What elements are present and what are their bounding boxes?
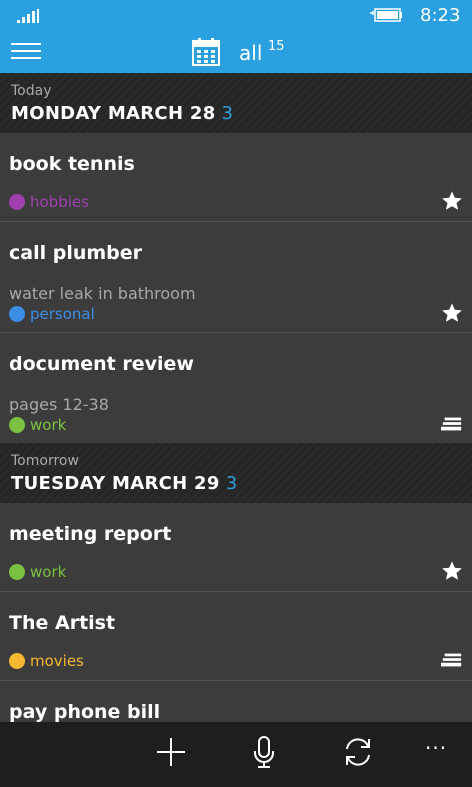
- tag-color-dot: [9, 653, 25, 669]
- task-item[interactable]: call plumber water leak in bathroom pers…: [0, 222, 472, 333]
- signal-strength-icon: [17, 9, 39, 23]
- day-relative-label: Tomorrow: [11, 453, 79, 469]
- hamburger-line: [11, 57, 41, 59]
- task-tag: movies: [9, 652, 84, 670]
- tag-label: personal: [30, 305, 95, 323]
- day-date-title: TUESDAY MARCH 29 3: [11, 473, 237, 494]
- status-bar: 8:23: [0, 0, 472, 32]
- task-tag: work: [9, 563, 66, 581]
- task-note: pages 12-38: [9, 395, 109, 414]
- star-icon[interactable]: [441, 190, 463, 212]
- task-title: document review: [9, 353, 194, 375]
- star-icon[interactable]: [441, 560, 463, 582]
- tag-label: hobbies: [30, 193, 89, 211]
- task-title: call plumber: [9, 242, 143, 264]
- stack-icon[interactable]: [441, 413, 463, 435]
- filter-count: 15: [268, 39, 285, 54]
- task-item[interactable]: meeting report work: [0, 503, 472, 592]
- task-item[interactable]: book tennis hobbies: [0, 133, 472, 222]
- tag-label: work: [30, 563, 67, 581]
- tag-color-dot: [9, 306, 25, 322]
- hamburger-line: [11, 50, 41, 52]
- day-task-count: 3: [221, 103, 234, 124]
- task-title: The Artist: [9, 612, 116, 634]
- filter-title[interactable]: all: [239, 41, 262, 65]
- bottom-app-bar: ···: [0, 722, 472, 787]
- tag-label: work: [30, 416, 67, 434]
- microphone-icon[interactable]: [247, 735, 281, 769]
- task-list[interactable]: Today MONDAY MARCH 28 3 book tennis hobbi…: [0, 73, 472, 722]
- task-tag: hobbies: [9, 193, 89, 211]
- task-item[interactable]: pay phone bill: [0, 681, 472, 722]
- day-date-title: MONDAY MARCH 28 3: [11, 103, 233, 124]
- task-title: pay phone bill: [9, 701, 161, 722]
- tag-color-dot: [9, 194, 25, 210]
- sync-icon[interactable]: [341, 735, 375, 769]
- task-item[interactable]: The Artist movies: [0, 592, 472, 681]
- task-tag: work: [9, 416, 66, 434]
- day-date-label: TUESDAY MARCH 29: [11, 473, 220, 494]
- task-title: book tennis: [9, 153, 135, 175]
- menu-button[interactable]: [11, 43, 41, 61]
- clock: 8:23: [420, 5, 461, 26]
- stack-icon[interactable]: [441, 649, 463, 671]
- day-date-label: MONDAY MARCH 28: [11, 103, 216, 124]
- battery-charging-icon: [370, 8, 402, 22]
- star-icon[interactable]: [441, 302, 463, 324]
- day-task-count: 3: [225, 473, 238, 494]
- tag-color-dot: [9, 564, 25, 580]
- app-bar: all 15: [0, 32, 472, 73]
- day-relative-label: Today: [11, 83, 52, 99]
- tag-label: movies: [30, 652, 84, 670]
- task-title: meeting report: [9, 523, 172, 545]
- more-options-button[interactable]: ···: [425, 736, 447, 760]
- day-header-today: Today MONDAY MARCH 28 3: [0, 73, 472, 133]
- calendar-icon[interactable]: [192, 38, 220, 66]
- hamburger-line: [11, 43, 41, 45]
- add-icon[interactable]: [154, 735, 188, 769]
- day-header-tomorrow: Tomorrow TUESDAY MARCH 29 3: [0, 443, 472, 503]
- tag-color-dot: [9, 417, 25, 433]
- task-tag: personal: [9, 305, 95, 323]
- task-note: water leak in bathroom: [9, 284, 196, 303]
- task-item[interactable]: document review pages 12-38 work: [0, 333, 472, 443]
